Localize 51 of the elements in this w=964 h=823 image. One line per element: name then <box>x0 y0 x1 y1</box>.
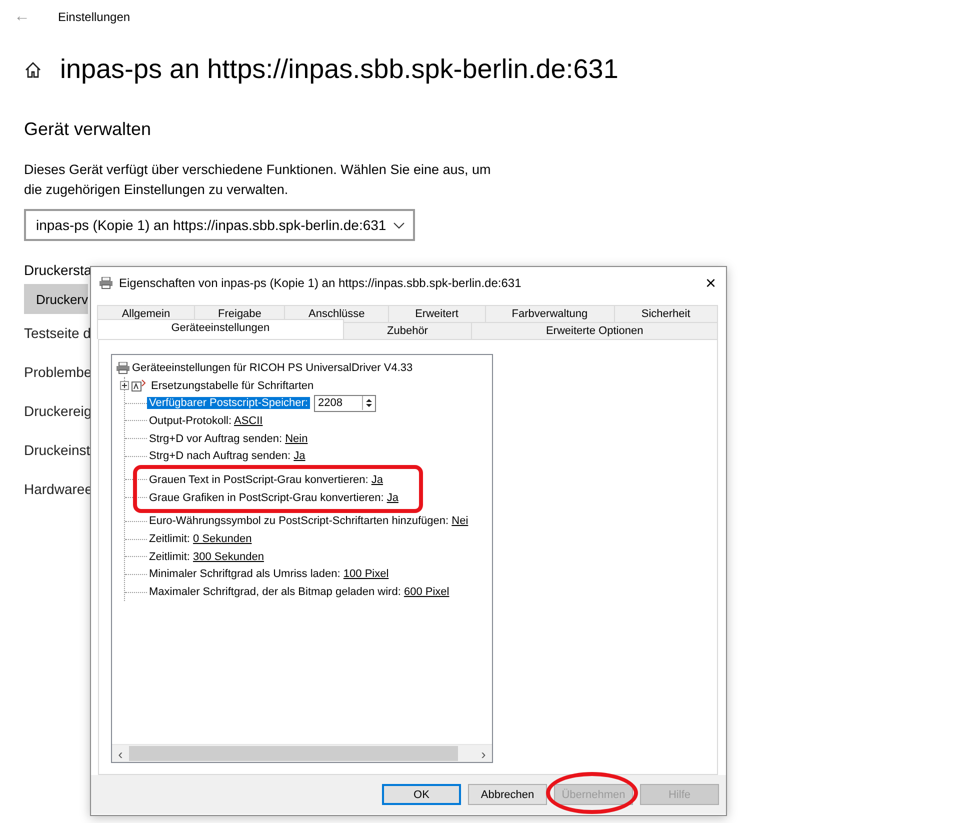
scroll-left-arrow[interactable]: ‹ <box>112 746 129 762</box>
setting-text: Minimaler Schriftgrad als Umriss laden: 100 Pixel <box>148 568 390 580</box>
description: Dieses Gerät verfügt über verschiedene Funktionen. Wählen Sie eine aus, um die zugehörigen Einstellungen zu verwalten. <box>24 161 492 199</box>
setting-text: Zeitlimit: 300 Sekunden <box>148 550 265 563</box>
chevron-down-icon <box>393 222 405 228</box>
section-title: Gerät verwalten <box>24 119 152 140</box>
dialog-button[interactable]: Abbrechen <box>468 784 547 805</box>
section-label: Druckersta <box>24 262 93 278</box>
tab[interactable]: Zubehör <box>342 322 472 339</box>
horizontal-scrollbar[interactable]: ‹ › <box>112 744 492 762</box>
dialog-title: Eigenschaften von inpas-ps (Kopie 1) an https://inpas.sbb.spk-berlin.de:631 <box>119 276 522 290</box>
tab[interactable]: Sicherheit <box>614 305 718 322</box>
setting-text: Zeitlimit: 0 Sekunden <box>148 533 253 546</box>
device-dropdown[interactable]: inpas-ps (Kopie 1) an https://inpas.sbb.spk-berlin.de:631 <box>24 209 415 241</box>
close-icon[interactable]: × <box>705 272 716 294</box>
setting-value-link[interactable]: Ja <box>386 492 398 504</box>
page-title: inpas-ps an https://inpas.sbb.spk-berlin.de:631 <box>60 54 618 85</box>
tab[interactable]: Erweitert <box>388 305 486 322</box>
printer-icon <box>99 277 113 289</box>
tab[interactable]: Geräteeinstellungen <box>97 319 344 339</box>
setting-text: Grauen Text in PostScript-Grau konvertieren: Ja <box>148 474 384 486</box>
setting-value-link[interactable]: Ja <box>371 474 383 486</box>
setting-value-link[interactable]: Ja <box>294 450 306 462</box>
font-icon <box>131 379 147 392</box>
dialog-button[interactable]: OK <box>382 784 461 805</box>
expand-icon[interactable] <box>120 381 129 390</box>
setting-text: Euro-Währungssymbol zu PostScript-Schriftarten hinzufügen: Nei <box>148 515 470 528</box>
setting-value-link[interactable]: Nei <box>452 515 468 528</box>
printer-icon <box>116 362 130 374</box>
setting-value-link[interactable]: ASCII <box>234 414 263 427</box>
tab[interactable]: Farbverwaltung <box>484 305 615 322</box>
setting-text: Strg+D nach Auftrag senden: Ja <box>148 450 306 462</box>
app-title: Einstellungen <box>58 10 130 24</box>
setting-value-link[interactable]: 600 Pixel <box>404 586 450 598</box>
tab[interactable]: Erweiterte Optionen <box>471 322 718 339</box>
home-icon[interactable] <box>24 60 42 78</box>
setting-value-link[interactable]: Nein <box>285 432 308 445</box>
setting-text: Output-Protokoll: ASCII <box>148 414 264 427</box>
spin-arrows-icon[interactable] <box>362 396 375 410</box>
printer-queue-button[interactable]: Druckerv <box>24 284 88 314</box>
setting-value-link[interactable]: 0 Sekunden <box>193 533 252 546</box>
setting-label[interactable]: Verfügbarer Postscript-Speicher: <box>147 397 310 410</box>
setting-value-link[interactable]: 100 Pixel <box>343 568 389 580</box>
setting-text: Maximaler Schriftgrad, der als Bitmap geladen wird: 600 Pixel <box>148 586 450 598</box>
tree-node-label[interactable]: Ersetzungstabelle für Schriftarten <box>149 380 316 392</box>
setting-text: Graue Grafiken in PostScript-Grau konvertieren: Ja <box>148 492 400 504</box>
number-field[interactable]: 2208 <box>314 394 376 412</box>
setting-text: Strg+D vor Auftrag senden: Nein <box>148 432 309 445</box>
tree-root-label: Geräteeinstellungen für RICOH PS UniversalDriver V4.33 <box>131 362 414 374</box>
setting-value-link[interactable]: 300 Sekunden <box>193 550 264 563</box>
scroll-right-arrow[interactable]: › <box>475 746 492 762</box>
